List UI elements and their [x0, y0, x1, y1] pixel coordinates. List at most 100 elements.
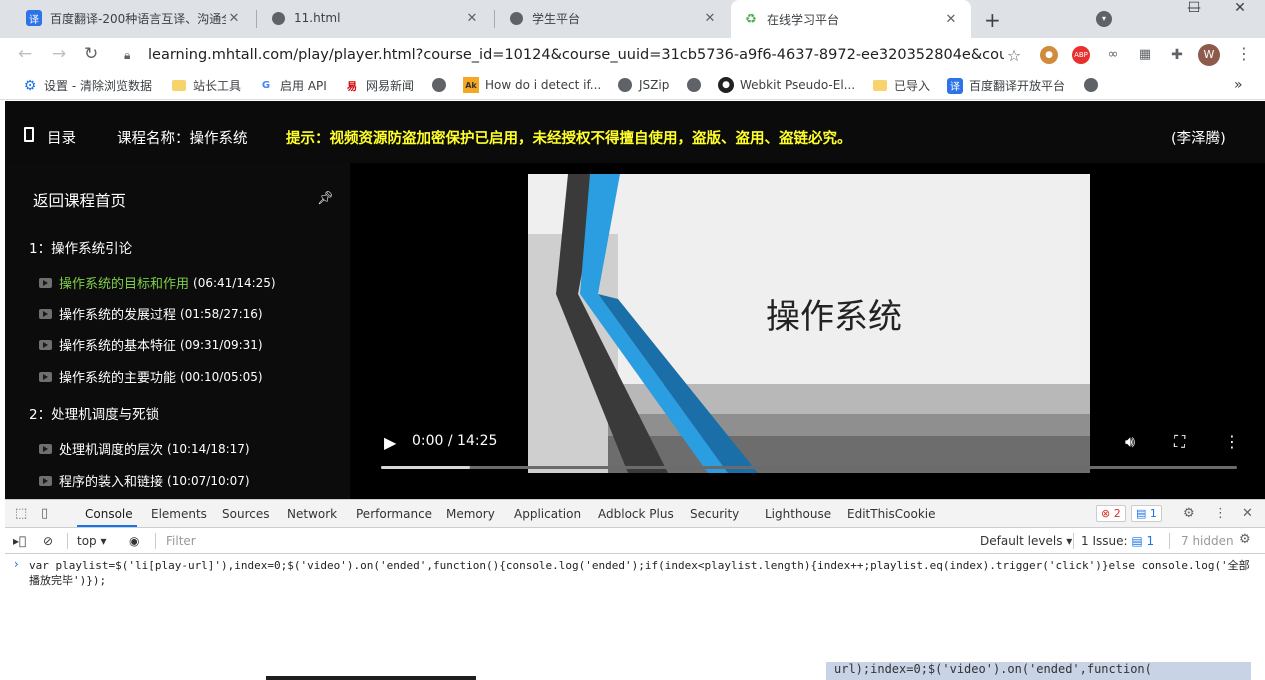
tab-baidu-translate[interactable]: 译 百度翻译-200种语言互译、沟通全世界！ ✕	[14, 0, 254, 36]
lock-icon[interactable]: 🔒︎	[124, 48, 138, 63]
github-icon: ●	[718, 77, 734, 93]
context-selector[interactable]: top ▾	[77, 534, 107, 548]
play-button[interactable]: ▶	[384, 433, 396, 452]
default-levels-dropdown[interactable]: Default levels ▾	[980, 534, 1072, 548]
bookmark-enable-api[interactable]: G 启用 API	[258, 77, 327, 94]
devtools-close-icon[interactable]: ✕	[1242, 506, 1253, 521]
live-expression-eye-icon[interactable]: ◉	[129, 534, 139, 548]
close-icon[interactable]: ✕	[226, 11, 242, 26]
bookmark-star-icon[interactable]: ☆	[1004, 46, 1024, 65]
video-frame[interactable]: 操作系统	[528, 174, 1090, 473]
extensions-puzzle-icon[interactable]: ✚	[1168, 46, 1186, 64]
volume-icon[interactable]: 🔊︎	[1125, 432, 1135, 452]
tab-separator	[256, 10, 257, 28]
pin-icon[interactable]: 📌︎	[317, 191, 334, 206]
tab-performance[interactable]: Performance	[356, 507, 432, 521]
bookmark-netease-news[interactable]: 易 网易新闻	[344, 77, 414, 94]
tab-11-html[interactable]: 11.html ✕	[258, 0, 492, 36]
background-window-text: url);index=0;$('video').on('ended',funct…	[826, 662, 1251, 680]
browser-toolbar: ← → ↻ 🔒︎ learning.mhtall.com/play/player…	[0, 38, 1265, 72]
error-count-badge[interactable]: ⊗ 2	[1096, 505, 1126, 522]
bookmark-globe-3[interactable]	[1083, 77, 1105, 93]
reload-button[interactable]: ↻	[84, 44, 98, 64]
toolbar-separator	[155, 533, 156, 549]
chapter-title: 2：处理机调度与死锁	[29, 407, 160, 423]
url-text[interactable]: learning.mhtall.com/play/player.html?cou…	[148, 47, 1004, 63]
play-icon	[39, 443, 52, 454]
bookmarks-overflow-button[interactable]: »	[1234, 77, 1243, 93]
back-button[interactable]: ←	[18, 44, 32, 64]
play-icon	[39, 371, 52, 382]
browser-menu-icon[interactable]: ⋮	[1236, 44, 1252, 63]
tab-online-learning[interactable]: ♻ 在线学习平台 ✕	[731, 0, 971, 38]
play-icon	[39, 339, 52, 350]
bookmark-baidu-open[interactable]: 译 百度翻译开放平台	[947, 77, 1065, 94]
bookmark-how-detect[interactable]: Ak How do i detect if...	[463, 77, 601, 93]
video-progress-bar[interactable]	[381, 466, 1237, 469]
more-options-icon[interactable]: ⋮	[1224, 432, 1240, 451]
ak-icon: Ak	[463, 77, 479, 93]
tab-adblock-plus[interactable]: Adblock Plus	[598, 507, 674, 521]
maximize-button[interactable]: ☐	[1172, 0, 1216, 24]
back-to-course-home-link[interactable]: 返回课程首页	[33, 189, 126, 211]
devtools-settings-icon[interactable]: ⚙	[1183, 506, 1195, 521]
menu-label[interactable]: 目录	[47, 127, 76, 148]
tab-elements[interactable]: Elements	[151, 507, 207, 521]
menu-icon[interactable]	[24, 127, 34, 142]
tab-sources[interactable]: Sources	[222, 507, 269, 521]
close-icon[interactable]: ✕	[464, 11, 480, 26]
lesson-item[interactable]: 处理机调度的层次 (10:14/18:17)	[39, 439, 250, 458]
active-tab-indicator	[77, 525, 137, 527]
clear-console-icon[interactable]: ⊘	[43, 534, 53, 548]
folder-icon	[872, 78, 888, 94]
reading-list-icon[interactable]: ▦	[1136, 46, 1154, 64]
device-toolbar-icon[interactable]: ▯	[41, 506, 48, 521]
forward-button[interactable]: →	[52, 44, 66, 64]
tab-student-platform[interactable]: 学生平台 ✕	[496, 0, 730, 36]
tab-security[interactable]: Security	[690, 507, 739, 521]
bookmark-globe-1[interactable]	[431, 77, 453, 93]
inspect-element-icon[interactable]: ⬚	[15, 506, 27, 521]
lesson-item[interactable]: 程序的装入和链接 (10:07/10:07)	[39, 471, 250, 490]
chapter-title: 1：操作系统引论	[29, 241, 133, 257]
console-input[interactable]: var playlist=$('li[play-url]'),index=0;$…	[29, 558, 1259, 588]
show-sidebar-icon[interactable]: ▸⃞	[13, 534, 26, 548]
filter-input[interactable]: Filter	[166, 534, 196, 548]
bookmark-jszip[interactable]: JSZip	[617, 77, 669, 93]
tab-editthiscookie[interactable]: EditThisCookie	[847, 507, 936, 521]
fullscreen-icon[interactable]: ⛶	[1174, 432, 1185, 452]
bookmark-globe-2[interactable]	[686, 77, 708, 93]
lesson-item[interactable]: 操作系统的目标和作用 (06:41/14:25)	[39, 273, 276, 292]
close-window-button[interactable]: ✕	[1218, 0, 1262, 24]
message-count-badge[interactable]: ▤ 1	[1131, 505, 1162, 522]
tab-console[interactable]: Console	[85, 507, 133, 521]
tab-network[interactable]: Network	[287, 507, 337, 521]
play-icon	[39, 308, 52, 319]
lesson-item[interactable]: 操作系统的主要功能 (00:10/05:05)	[39, 367, 263, 386]
close-icon[interactable]: ✕	[702, 11, 718, 26]
tab-search-icon[interactable]: ▾	[1096, 11, 1112, 27]
tab-application[interactable]: Application	[514, 507, 581, 521]
profile-avatar[interactable]: W	[1198, 44, 1220, 66]
address-bar[interactable]: 🔒︎ learning.mhtall.com/play/player.html?…	[116, 41, 1024, 69]
globe-icon	[431, 77, 447, 93]
extension-link-icon[interactable]: ∞	[1104, 46, 1122, 64]
bookmark-webmaster-tools[interactable]: 站长工具	[171, 77, 241, 94]
lesson-item[interactable]: 操作系统的基本特征 (09:31/09:31)	[39, 335, 263, 354]
globe-icon	[508, 10, 524, 26]
devtools-menu-icon[interactable]: ⋮	[1214, 506, 1227, 521]
lesson-item[interactable]: 操作系统的发展过程 (01:58/27:16)	[39, 304, 263, 323]
bookmark-settings[interactable]: ⚙ 设置 - 清除浏览数据	[22, 77, 152, 94]
new-tab-button[interactable]: +	[984, 8, 1001, 32]
bookmark-imported[interactable]: 已导入	[872, 77, 930, 94]
adblock-plus-icon[interactable]: ABP	[1072, 46, 1090, 64]
hidden-count: 7 hidden	[1181, 534, 1234, 548]
console-settings-icon[interactable]: ⚙	[1239, 532, 1251, 547]
close-icon[interactable]: ✕	[943, 12, 959, 27]
cookie-extension-icon[interactable]: ●	[1040, 46, 1058, 64]
bookmark-webkit-pseudo[interactable]: ● Webkit Pseudo-El...	[718, 77, 855, 93]
issues-counter[interactable]: 1 Issue: ▤ 1	[1081, 534, 1154, 548]
gear-icon: ⚙	[23, 77, 37, 94]
tab-memory[interactable]: Memory	[446, 507, 495, 521]
tab-lighthouse[interactable]: Lighthouse	[765, 507, 831, 521]
